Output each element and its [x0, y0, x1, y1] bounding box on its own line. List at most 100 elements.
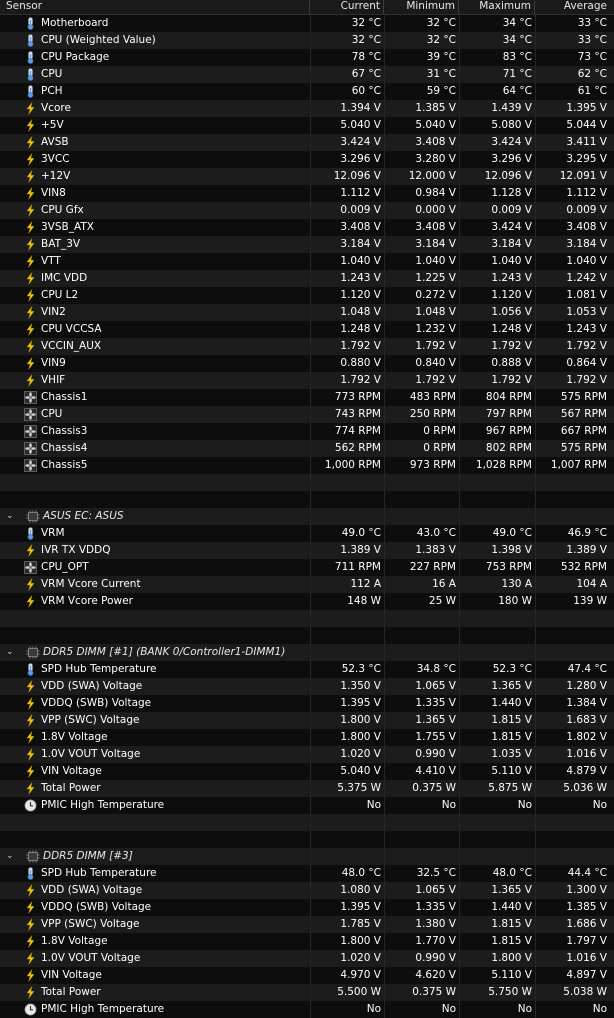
sensor-row[interactable]: 1.8V Voltage 1.800 V 1.755 V 1.815 V 1.802 V [0, 729, 614, 746]
sensor-row[interactable]: 3VCC 3.296 V 3.280 V 3.296 V 3.295 V [0, 151, 614, 168]
lightning-icon [24, 306, 37, 319]
lightning-icon [24, 714, 37, 727]
current-value: 1.800 V [310, 729, 384, 746]
sensor-row[interactable]: VIN Voltage 5.040 V 4.410 V 5.110 V 4.879 V [0, 763, 614, 780]
sensor-row[interactable]: 1.0V VOUT Voltage 1.020 V 0.990 V 1.800 V 1.… [0, 950, 614, 967]
sensor-row[interactable]: PMIC High Temperature No No No No [0, 1001, 614, 1018]
average-value: 567 RPM [535, 406, 610, 423]
sensor-row[interactable]: Chassis3 774 RPM 0 RPM 967 RPM 667 RPM [0, 423, 614, 440]
average-value: 47.4 °C [535, 661, 610, 678]
thermometer-icon [24, 85, 37, 98]
sensor-row[interactable]: VCCIN_AUX 1.792 V 1.792 V 1.792 V 1.792 V [0, 338, 614, 355]
average-value: 139 W [535, 593, 610, 610]
sensor-row[interactable]: CPU (Weighted Value) 32 °C 32 °C 34 °C 33 °C [0, 32, 614, 49]
sensor-label: VRM Vcore Power [41, 595, 133, 607]
average-value: 104 A [535, 576, 610, 593]
sensor-row[interactable]: VTT 1.040 V 1.040 V 1.040 V 1.040 V [0, 253, 614, 270]
chevron-down-icon[interactable]: ⌄ [6, 508, 18, 525]
sensor-label: VIN2 [41, 306, 66, 318]
sensor-row[interactable]: CPU Gfx 0.009 V 0.000 V 0.009 V 0.009 V [0, 202, 614, 219]
sensor-row[interactable]: VRM Vcore Current 112 A 16 A 130 A 104 A [0, 576, 614, 593]
current-value: 1.020 V [310, 950, 384, 967]
sensor-name-cell: VRM [0, 525, 310, 542]
sensor-row[interactable]: 3VSB_ATX 3.408 V 3.408 V 3.424 V 3.408 V [0, 219, 614, 236]
sensor-name-cell: CPU L2 [0, 287, 310, 304]
header-average[interactable]: Average [535, 0, 610, 14]
sensor-row[interactable]: VRM Vcore Power 148 W 25 W 180 W 139 W [0, 593, 614, 610]
sensor-row[interactable]: IMC VDD 1.243 V 1.225 V 1.243 V 1.242 V [0, 270, 614, 287]
sensor-row[interactable]: CPU VCCSA 1.248 V 1.232 V 1.248 V 1.243 V [0, 321, 614, 338]
header-current[interactable]: Current [310, 0, 384, 14]
group-header[interactable]: ⌄ DDR5 DIMM [#3] [0, 848, 614, 865]
sensor-row[interactable]: Chassis4 562 RPM 0 RPM 802 RPM 575 RPM [0, 440, 614, 457]
sensor-row[interactable]: Total Power 5.500 W 0.375 W 5.750 W 5.038 W [0, 984, 614, 1001]
maximum-value: 5.080 V [459, 117, 535, 134]
sensor-row[interactable]: VDD (SWA) Voltage 1.350 V 1.065 V 1.365 V 1.… [0, 678, 614, 695]
chevron-down-icon[interactable]: ⌄ [6, 848, 18, 865]
sensor-row[interactable]: 1.0V VOUT Voltage 1.020 V 0.990 V 1.035 V 1.… [0, 746, 614, 763]
sensor-row[interactable]: Total Power 5.375 W 0.375 W 5.875 W 5.036 W [0, 780, 614, 797]
minimum-value: 0 RPM [384, 440, 459, 457]
sensor-row[interactable]: CPU 67 °C 31 °C 71 °C 62 °C [0, 66, 614, 83]
sensor-label: VCCIN_AUX [41, 340, 102, 352]
sensor-name-cell: CPU VCCSA [0, 321, 310, 338]
current-value: 12.096 V [310, 168, 384, 185]
sensor-label: VIN8 [41, 187, 66, 199]
sensor-row[interactable]: VDD (SWA) Voltage 1.080 V 1.065 V 1.365 V 1.… [0, 882, 614, 899]
sensor-row[interactable]: Chassis5 1,000 RPM 973 RPM 1,028 RPM 1,007 R… [0, 457, 614, 474]
lightning-icon [24, 731, 37, 744]
lightning-icon [24, 595, 37, 608]
current-value: 773 RPM [310, 389, 384, 406]
sensor-label: +5V [41, 119, 64, 131]
current-value: 49.0 °C [310, 525, 384, 542]
lightning-icon [24, 969, 37, 982]
sensor-row[interactable]: 1.8V Voltage 1.800 V 1.770 V 1.815 V 1.797 V [0, 933, 614, 950]
sensor-row[interactable]: VRM 49.0 °C 43.0 °C 49.0 °C 46.9 °C [0, 525, 614, 542]
sensor-row[interactable]: VIN9 0.880 V 0.840 V 0.888 V 0.864 V [0, 355, 614, 372]
sensor-row[interactable]: +5V 5.040 V 5.040 V 5.080 V 5.044 V [0, 117, 614, 134]
sensor-row[interactable]: VHIF 1.792 V 1.792 V 1.792 V 1.792 V [0, 372, 614, 389]
group-title-cell: ⌄ DDR5 DIMM [#3] [0, 848, 310, 865]
sensor-row[interactable]: AVSB 3.424 V 3.408 V 3.424 V 3.411 V [0, 134, 614, 151]
current-value: 32 °C [310, 32, 384, 49]
sensor-row[interactable]: Vcore 1.394 V 1.385 V 1.439 V 1.395 V [0, 100, 614, 117]
sensor-name-cell: CPU (Weighted Value) [0, 32, 310, 49]
sensor-row[interactable]: CPU_OPT 711 RPM 227 RPM 753 RPM 532 RPM [0, 559, 614, 576]
sensor-row[interactable]: PMIC High Temperature No No No No [0, 797, 614, 814]
header-sensor[interactable]: Sensor [0, 0, 310, 14]
sensor-row[interactable]: VIN8 1.112 V 0.984 V 1.128 V 1.112 V [0, 185, 614, 202]
maximum-value: 1.365 V [459, 882, 535, 899]
sensor-row[interactable]: BAT_3V 3.184 V 3.184 V 3.184 V 3.184 V [0, 236, 614, 253]
sensor-row[interactable]: CPU 743 RPM 250 RPM 797 RPM 567 RPM [0, 406, 614, 423]
average-value: 33 °C [535, 32, 610, 49]
sensor-row[interactable]: SPD Hub Temperature 52.3 °C 34.8 °C 52.3 °C… [0, 661, 614, 678]
sensor-row[interactable]: Motherboard 32 °C 32 °C 34 °C 33 °C [0, 15, 614, 32]
maximum-value: 3.424 V [459, 219, 535, 236]
group-header[interactable]: ⌄ DDR5 DIMM [#1] (BANK 0/Controller1-DIMM… [0, 644, 614, 661]
sensor-row[interactable]: PCH 60 °C 59 °C 64 °C 61 °C [0, 83, 614, 100]
sensor-row[interactable]: VDDQ (SWB) Voltage 1.395 V 1.335 V 1.440 V1… [0, 899, 614, 916]
sensor-row[interactable]: VDDQ (SWB) Voltage 1.395 V 1.335 V 1.440 V1… [0, 695, 614, 712]
sensor-row[interactable]: Chassis1 773 RPM 483 RPM 804 RPM 575 RPM [0, 389, 614, 406]
sensor-row[interactable]: VIN2 1.048 V 1.048 V 1.056 V 1.053 V [0, 304, 614, 321]
empty-cell [384, 508, 459, 525]
sensor-row[interactable]: VIN Voltage 4.970 V 4.620 V 5.110 V 4.897 V [0, 967, 614, 984]
maximum-value: 1.440 V [459, 899, 535, 916]
sensor-row[interactable]: +12V 12.096 V 12.000 V 12.096 V 12.091 V [0, 168, 614, 185]
minimum-value: 3.280 V [384, 151, 459, 168]
sensor-row[interactable]: VPP (SWC) Voltage 1.800 V 1.365 V 1.815 V 1.… [0, 712, 614, 729]
lightning-icon [24, 357, 37, 370]
sensor-row[interactable]: CPU Package 78 °C 39 °C 83 °C 73 °C [0, 49, 614, 66]
header-maximum[interactable]: Maximum [459, 0, 535, 14]
average-value: 5.038 W [535, 984, 610, 1001]
sensor-row[interactable]: CPU L2 1.120 V 0.272 V 1.120 V 1.081 V [0, 287, 614, 304]
sensor-row[interactable]: SPD Hub Temperature 48.0 °C 32.5 °C 48.0 °C… [0, 865, 614, 882]
sensor-label: VPP (SWC) Voltage [41, 714, 140, 726]
sensor-row[interactable]: IVR TX VDDQ 1.389 V 1.383 V 1.398 V 1.389 V [0, 542, 614, 559]
maximum-value: 3.296 V [459, 151, 535, 168]
header-minimum[interactable]: Minimum [384, 0, 459, 14]
group-header[interactable]: ⌄ ASUS EC: ASUS [0, 508, 614, 525]
sensor-label: CPU_OPT [41, 561, 89, 573]
chevron-down-icon[interactable]: ⌄ [6, 644, 18, 661]
sensor-row[interactable]: VPP (SWC) Voltage 1.785 V 1.380 V 1.815 V 1.… [0, 916, 614, 933]
